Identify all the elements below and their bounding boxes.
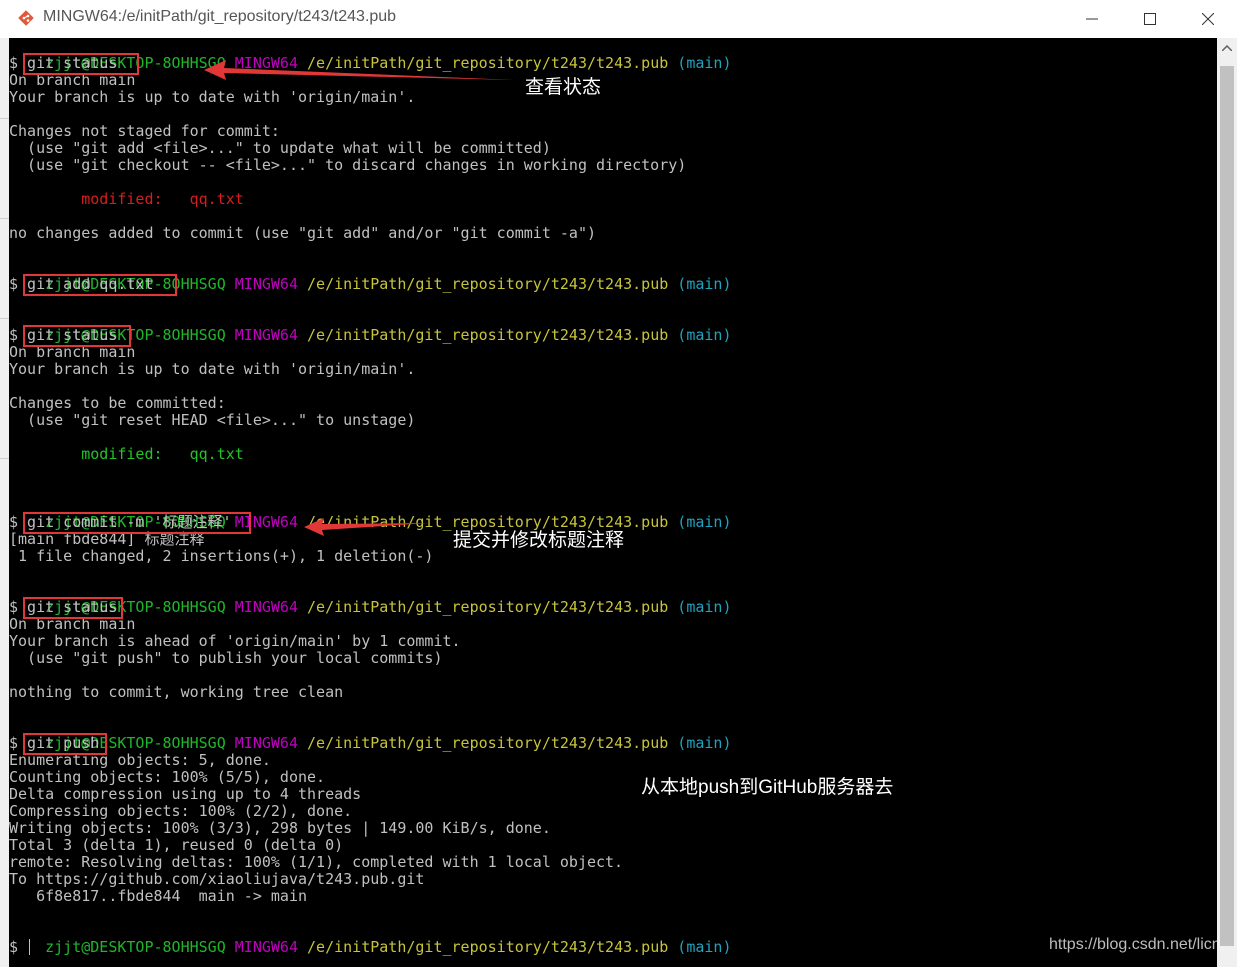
title-bar: MINGW64:/e/initPath/git_repository/t243/… <box>0 0 1237 38</box>
output-line: Your branch is ahead of 'origin/main' by… <box>9 632 461 650</box>
close-icon <box>1202 13 1214 25</box>
output-line: (use "git add <file>..." to update what … <box>9 139 551 157</box>
scroll-up-arrow-icon[interactable] <box>1222 45 1232 51</box>
output-line: 6f8e817..fbde844 main -> main <box>9 887 308 905</box>
highlight-box <box>23 597 123 619</box>
output-line: no changes added to commit (use "git add… <box>9 224 596 242</box>
prompt-line: zjjt@DESKTOP-8OHHSGQ MINGW64 /e/initPath… <box>45 734 732 752</box>
output-line: (use "git checkout -- <file>..." to disc… <box>9 156 687 174</box>
output-line: nothing to commit, working tree clean <box>9 683 344 701</box>
highlight-box <box>23 53 139 75</box>
output-line: To https://github.com/xiaoliujava/t243.p… <box>9 870 425 888</box>
staged-file-line: modified: qq.txt <box>9 445 244 463</box>
arrow-icon <box>204 60 514 80</box>
vertical-scrollbar[interactable] <box>1217 38 1237 967</box>
text-cursor <box>29 939 30 955</box>
watermark: https://blog.csdn.net/licn <box>1049 936 1217 953</box>
annotation-push: 从本地push到GitHub服务器去 <box>641 777 894 798</box>
minimize-button[interactable] <box>1063 0 1121 38</box>
arrow-icon <box>304 518 429 536</box>
output-line: Your branch is up to date with 'origin/m… <box>9 88 416 106</box>
annotation-commit: 提交并修改标题注释 <box>453 530 625 551</box>
minimize-icon <box>1086 18 1098 20</box>
output-line: remote: Resolving deltas: 100% (1/1), co… <box>9 853 624 871</box>
output-line: Counting objects: 100% (5/5), done. <box>9 768 326 786</box>
output-line: Writing objects: 100% (3/3), 298 bytes |… <box>9 819 551 837</box>
prompt-line: zjjt@DESKTOP-8OHHSGQ MINGW64 /e/initPath… <box>45 938 732 956</box>
output-line: Delta compression using up to 4 threads <box>9 785 362 803</box>
highlight-box <box>23 325 131 347</box>
output-line: Total 3 (delta 1), reused 0 (delta 0) <box>9 836 344 854</box>
output-line: 1 file changed, 2 insertions(+), 1 delet… <box>9 547 434 565</box>
output-line: (use "git reset HEAD <file>..." to unsta… <box>9 411 416 429</box>
output-line: (use "git push" to publish your local co… <box>9 649 443 667</box>
modified-file-line: modified: qq.txt <box>9 190 244 208</box>
git-app-icon <box>18 10 34 26</box>
command-line: $ <box>9 938 19 956</box>
output-line: Changes not staged for commit: <box>9 122 280 140</box>
output-line: Your branch is up to date with 'origin/m… <box>9 360 416 378</box>
highlight-box <box>23 274 177 296</box>
terminal-output[interactable]: zjjt@DESKTOP-8OHHSGQ MINGW64 /e/initPath… <box>9 38 1217 967</box>
window-title: MINGW64:/e/initPath/git_repository/t243/… <box>43 8 397 25</box>
maximize-icon <box>1144 13 1156 25</box>
output-line: Compressing objects: 100% (2/2), done. <box>9 802 353 820</box>
highlight-box <box>23 512 251 534</box>
close-button[interactable] <box>1179 0 1237 38</box>
highlight-box <box>23 733 107 755</box>
output-line: Changes to be committed: <box>9 394 226 412</box>
scrollbar-thumb[interactable] <box>1220 66 1234 946</box>
maximize-button[interactable] <box>1121 0 1179 38</box>
left-window-edge <box>0 38 9 967</box>
annotation-status: 查看状态 <box>525 77 602 98</box>
